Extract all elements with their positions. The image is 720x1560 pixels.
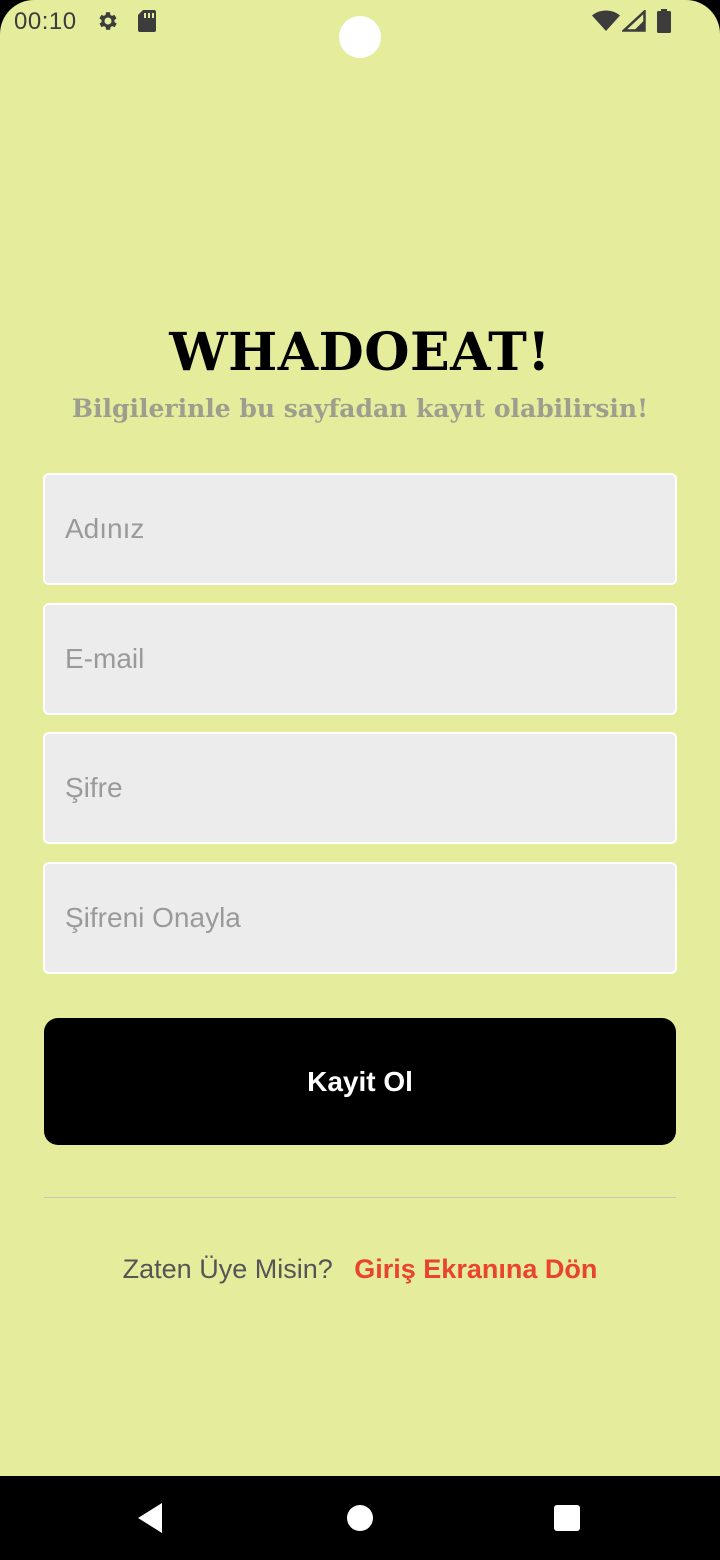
camera-cutout [339, 16, 381, 58]
login-prompt: Zaten Üye Misin? Giriş Ekranına Dön [0, 1254, 720, 1285]
home-icon[interactable] [315, 1476, 405, 1560]
back-icon[interactable] [105, 1476, 195, 1560]
name-field[interactable] [43, 473, 677, 585]
page-subtitle: Bilgilerinle bu sayfadan kayıt olabilirs… [71, 394, 649, 423]
wifi-icon [592, 9, 620, 33]
signal-icon [622, 9, 646, 33]
status-time: 00:10 [14, 8, 77, 35]
email-field[interactable] [43, 603, 677, 715]
confirm-password-field[interactable] [43, 862, 677, 974]
back-to-login-link[interactable]: Giriş Ekranına Dön [354, 1254, 597, 1284]
app-title: WHADOEAT! [169, 322, 551, 383]
already-member-text: Zaten Üye Misin? [122, 1254, 333, 1284]
navigation-bar [0, 1476, 720, 1560]
recents-icon[interactable] [522, 1476, 612, 1560]
battery-icon [656, 9, 672, 33]
register-screen: 00:10 WHADOEAT! Bilgilerinle bu sayfadan… [0, 0, 720, 1560]
divider [44, 1197, 676, 1198]
gear-icon [96, 9, 120, 33]
register-button[interactable]: Kayit Ol [44, 1018, 676, 1145]
sd-card-icon [136, 9, 158, 33]
password-field[interactable] [43, 732, 677, 844]
